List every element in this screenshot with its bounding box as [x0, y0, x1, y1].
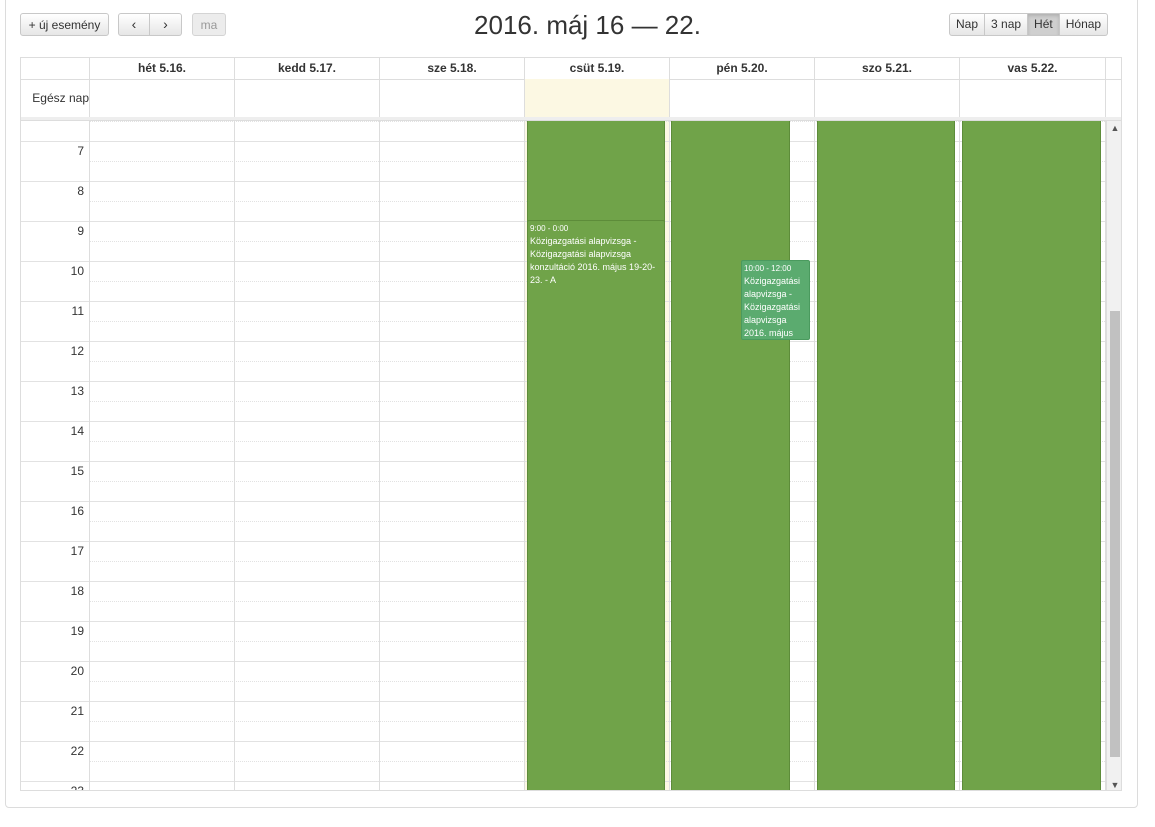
event-time: 9:00 - 0:00: [530, 224, 569, 233]
day-column-line: [379, 121, 380, 790]
hour-label: 20: [70, 664, 84, 678]
day-column-line: [959, 121, 960, 790]
event-continuation-sun[interactable]: [962, 121, 1101, 790]
hour-label: 21: [70, 704, 84, 718]
allday-cell[interactable]: [814, 79, 959, 117]
day-header: hét 5.16.: [89, 58, 234, 79]
view-3day-button[interactable]: 3 nap: [985, 13, 1029, 36]
hour-label: 14: [70, 424, 84, 438]
day-column-line: [234, 121, 235, 790]
allday-scroll-gutter: [1105, 79, 1121, 117]
day-header: sze 5.18.: [379, 58, 524, 79]
allday-row: Egész nap: [21, 79, 1121, 118]
event-title: Közigazgatási alapvizsga - Közigazgatási…: [530, 236, 656, 285]
hour-label: 18: [70, 584, 84, 598]
event-block[interactable]: 10:00 - 12:00 Közigazgatási alapvizsga -…: [741, 260, 810, 340]
scroll-down-icon[interactable]: ▼: [1107, 780, 1121, 790]
hour-label: 15: [70, 464, 84, 478]
hour-label: 19: [70, 624, 84, 638]
day-header: kedd 5.17.: [234, 58, 379, 79]
hour-label: 10: [70, 264, 84, 278]
day-column-line: [89, 121, 90, 790]
day-header: csüt 5.19.: [524, 58, 669, 79]
day-header: vas 5.22.: [959, 58, 1105, 79]
day-column-line: [524, 121, 525, 790]
scroll-up-icon[interactable]: ▲: [1107, 123, 1121, 133]
day-column-line: [669, 121, 670, 790]
week-calendar: hét 5.16. kedd 5.17. sze 5.18. csüt 5.19…: [20, 57, 1122, 791]
hour-label: 16: [70, 504, 84, 518]
time-grid[interactable]: 7 8 9 10 11 12 13 14 15 16 17 18 19 20 21 22 23 9:00 - 0…: [21, 121, 1121, 791]
view-day-button[interactable]: Nap: [949, 13, 986, 36]
event-title: Közigazgatási alapvizsga - Közigazgatási…: [744, 276, 801, 338]
hour-label: 12: [70, 344, 84, 358]
event-continuation-sat[interactable]: [817, 121, 955, 790]
view-switcher: Nap 3 nap Hét Hónap: [949, 13, 1109, 36]
hour-label: 11: [71, 304, 84, 318]
hour-label: 8: [77, 184, 84, 198]
allday-label: Egész nap: [32, 91, 89, 105]
event-time: 10:00 - 12:00: [744, 264, 792, 273]
day-column-line: [814, 121, 815, 790]
allday-cell[interactable]: [379, 79, 524, 117]
allday-cell[interactable]: [234, 79, 379, 117]
vertical-scrollbar[interactable]: ▲ ▼: [1106, 121, 1121, 790]
allday-cell[interactable]: [89, 79, 234, 117]
event-block[interactable]: 9:00 - 0:00 Közigazgatási alapvizsga - K…: [527, 220, 665, 790]
view-month-button[interactable]: Hónap: [1059, 13, 1109, 36]
hour-label: 17: [70, 544, 84, 558]
hour-label: 22: [70, 744, 84, 758]
header-scroll-gutter: [1105, 58, 1121, 79]
day-header-row: hét 5.16. kedd 5.17. sze 5.18. csüt 5.19…: [21, 58, 1121, 80]
allday-cell-today[interactable]: [524, 79, 669, 117]
scroll-thumb[interactable]: [1110, 311, 1120, 757]
hour-label: 7: [77, 144, 84, 158]
hour-label: 23: [70, 784, 84, 791]
day-header: szo 5.21.: [814, 58, 959, 79]
day-header: pén 5.20.: [669, 58, 814, 79]
view-week-button[interactable]: Hét: [1028, 13, 1060, 36]
allday-cell[interactable]: [959, 79, 1105, 117]
event-continuation-fri[interactable]: [671, 121, 790, 790]
allday-cell[interactable]: [669, 79, 814, 117]
hour-label: 13: [70, 384, 84, 398]
hour-label: 9: [77, 224, 84, 238]
